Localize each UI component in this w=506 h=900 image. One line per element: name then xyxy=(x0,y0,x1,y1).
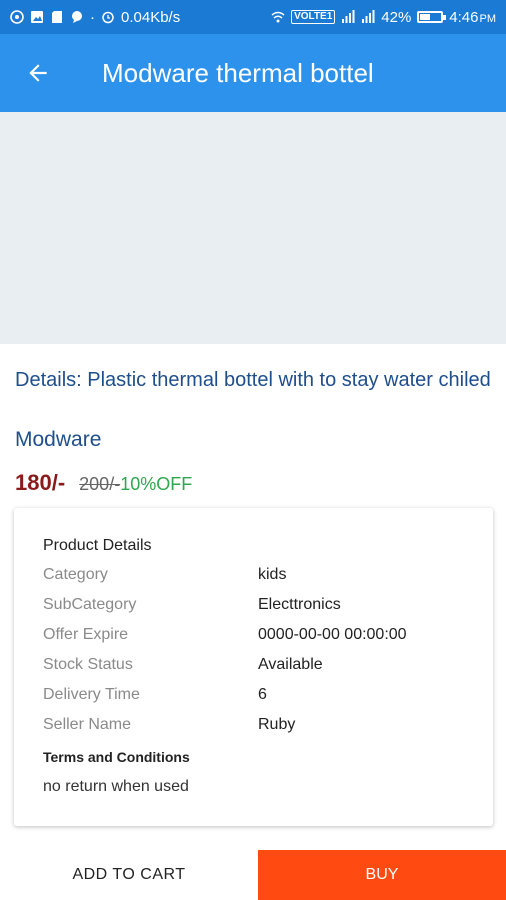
back-button[interactable] xyxy=(8,34,68,112)
card-title: Product Details xyxy=(43,537,152,554)
detail-key: SubCategory xyxy=(43,596,137,613)
battery-icon xyxy=(417,11,447,23)
product-details-text: Details: Plastic thermal bottel with to … xyxy=(15,369,491,391)
clock: 4:46PM xyxy=(449,8,496,26)
detail-key: Stock Status xyxy=(43,656,133,673)
dot-separator: · xyxy=(90,8,95,26)
detail-key: Delivery Time xyxy=(43,686,140,703)
detail-row-delivery-time: Delivery Time 6 xyxy=(43,686,483,708)
detail-value: Electtronics xyxy=(258,596,341,613)
detail-value: Available xyxy=(258,656,323,673)
battery-percent: 42% xyxy=(381,8,412,26)
discount-label: 10%OFF xyxy=(120,474,193,494)
wifi-icon xyxy=(271,11,285,23)
detail-row-category: Category kids xyxy=(43,566,483,588)
price-row: 180/- 200/- 10%OFF xyxy=(15,470,192,496)
signal-2-icon xyxy=(362,10,375,23)
alarm-icon xyxy=(102,11,114,24)
sd-card-icon xyxy=(52,11,62,23)
chat-icon xyxy=(72,11,82,23)
page-title: Modware thermal bottel xyxy=(102,57,374,88)
buy-button[interactable]: BUY xyxy=(258,850,506,900)
app-bar: Modware thermal bottel xyxy=(0,34,506,112)
status-bar: · 0.04Kb/s VOLTE1 42% 4:46PM xyxy=(0,0,506,34)
detail-value: 0000-00-00 00:00:00 xyxy=(258,626,407,643)
terms-title: Terms and Conditions xyxy=(43,749,190,765)
detail-key: Category xyxy=(43,566,108,583)
detail-row-offer-expire: Offer Expire 0000-00-00 00:00:00 xyxy=(43,626,483,648)
add-to-cart-button[interactable]: ADD TO CART xyxy=(0,850,258,900)
detail-row-subcategory: SubCategory Electtronics xyxy=(43,596,483,618)
product-brand: Modware xyxy=(15,428,102,451)
network-speed: 0.04Kb/s xyxy=(121,8,181,26)
product-details-card: Product Details Category kids SubCategor… xyxy=(14,508,493,826)
bottom-action-bar: ADD TO CART BUY xyxy=(0,850,506,900)
detail-value: kids xyxy=(258,566,287,583)
detail-row-stock-status: Stock Status Available xyxy=(43,656,483,678)
product-image[interactable] xyxy=(0,112,506,344)
terms-text: no return when used xyxy=(43,778,189,795)
whatsapp-icon xyxy=(10,10,24,24)
detail-value: Ruby xyxy=(258,716,296,733)
detail-key: Offer Expire xyxy=(43,626,129,643)
image-icon xyxy=(31,11,43,23)
signal-icon xyxy=(342,10,355,23)
old-price: 200/- xyxy=(79,474,121,494)
detail-key: Seller Name xyxy=(43,716,132,733)
volte-badge: VOLTE1 xyxy=(291,10,336,24)
arrow-left-icon xyxy=(29,64,47,82)
detail-value: 6 xyxy=(258,686,267,703)
detail-row-seller-name: Seller Name Ruby xyxy=(43,716,483,738)
current-price: 180/- xyxy=(15,470,66,495)
